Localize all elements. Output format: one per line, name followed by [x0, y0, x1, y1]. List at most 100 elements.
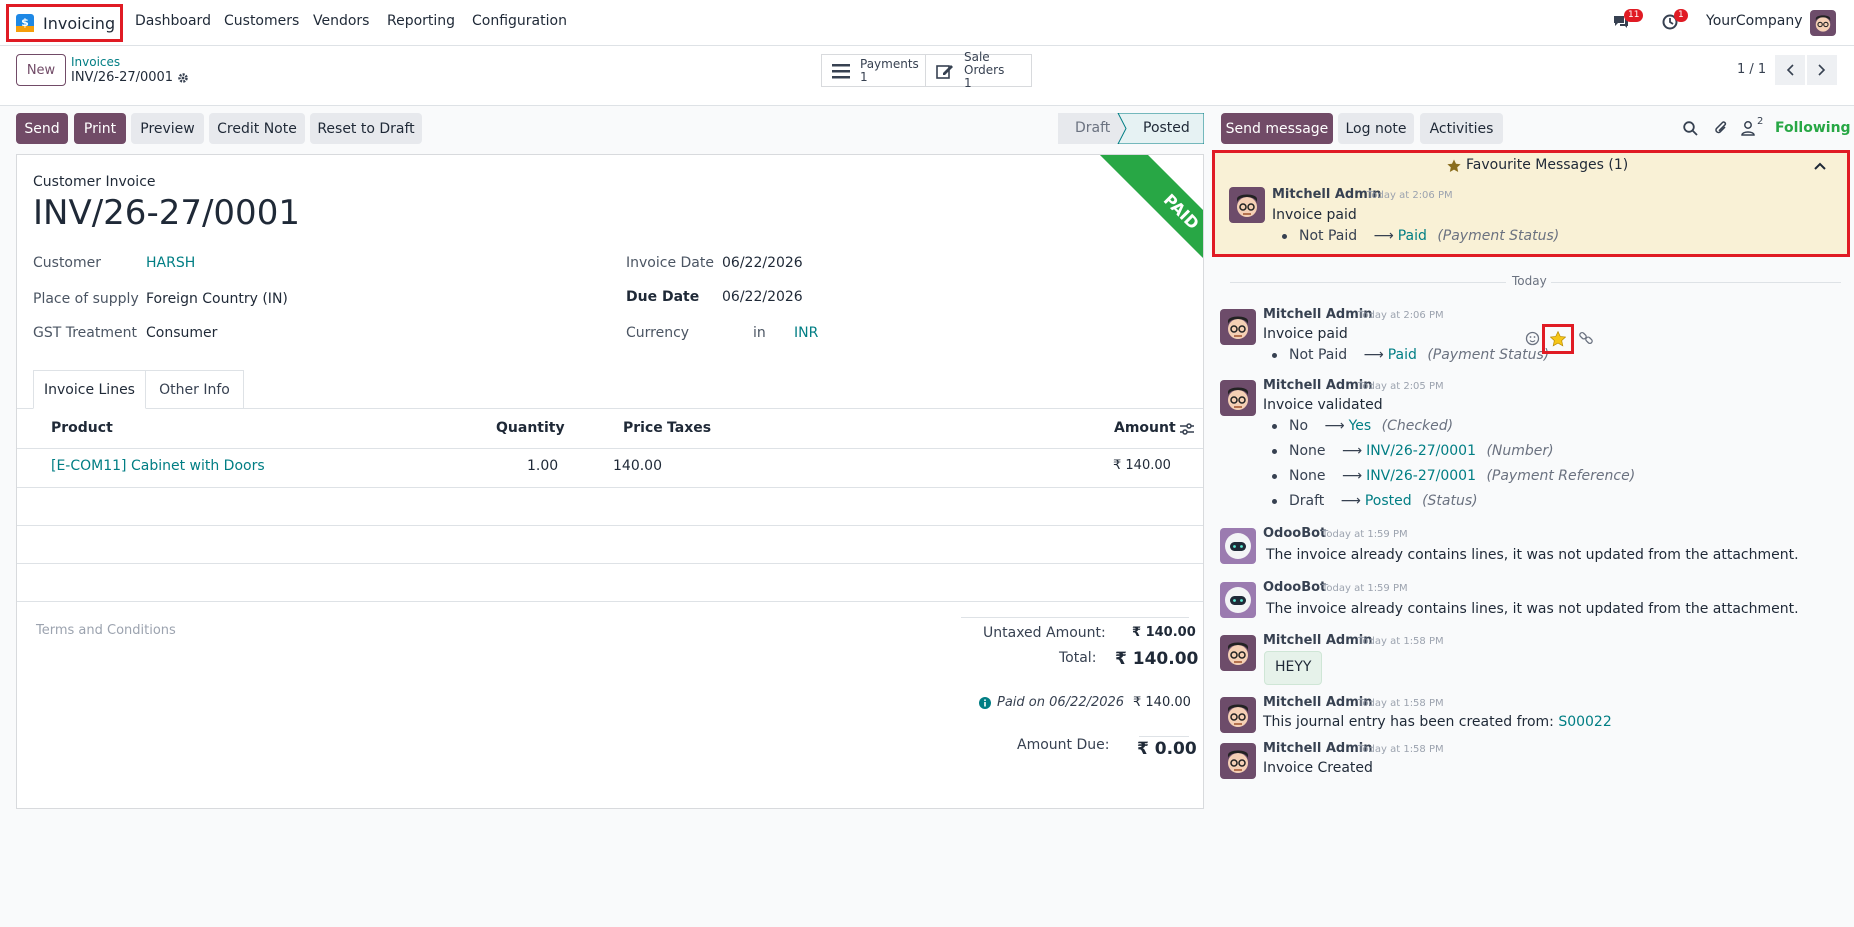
old-value: Draft: [1289, 493, 1325, 509]
optional-columns-icon[interactable]: [1180, 422, 1194, 436]
activities-button[interactable]: 1: [1662, 9, 1688, 30]
top-navbar: $ Invoicing Dashboard Customers Vendors …: [0, 0, 1854, 46]
avatar[interactable]: [1220, 309, 1256, 345]
chevron-up-icon[interactable]: [1813, 161, 1827, 171]
message-author[interactable]: Mitchell Admin: [1263, 633, 1372, 648]
following-button[interactable]: Following: [1775, 120, 1851, 136]
due-date-field[interactable]: 06/22/2026: [722, 289, 803, 305]
separator-line: [1230, 282, 1506, 283]
avatar[interactable]: [1220, 743, 1256, 779]
untaxed-amount-label: Untaxed Amount:: [983, 625, 1106, 641]
gear-icon[interactable]: [177, 72, 189, 84]
line-price[interactable]: 140.00: [613, 458, 662, 474]
mark-as-favourite-button[interactable]: [1542, 324, 1574, 354]
activities-button-chatter[interactable]: Activities: [1420, 113, 1503, 144]
send-button[interactable]: Send: [16, 113, 68, 144]
message-author[interactable]: Mitchell Admin: [1263, 378, 1372, 393]
reset-to-draft-button[interactable]: Reset to Draft: [310, 113, 422, 144]
line-quantity[interactable]: 1.00: [527, 458, 558, 474]
menu-customers[interactable]: Customers: [224, 13, 299, 29]
message-time: Today at 2:05 PM: [1358, 381, 1444, 392]
column-product[interactable]: Product: [51, 420, 113, 436]
user-avatar[interactable]: [1810, 10, 1836, 36]
arrow-right-icon: ⟶: [1341, 468, 1363, 484]
avatar[interactable]: [1220, 697, 1256, 733]
menu-vendors[interactable]: Vendors: [313, 13, 369, 29]
message-author[interactable]: Mitchell Admin: [1272, 187, 1381, 202]
message-time: Today at 1:59 PM: [1322, 529, 1408, 540]
tab-invoice-lines[interactable]: Invoice Lines: [33, 370, 146, 409]
log-note-button[interactable]: Log note: [1338, 113, 1414, 144]
message-author[interactable]: Mitchell Admin: [1263, 695, 1372, 710]
messages-button[interactable]: 11: [1612, 9, 1644, 30]
paperclip-icon[interactable]: [1714, 120, 1729, 136]
old-value: None: [1289, 443, 1326, 459]
paid-ribbon: PAID: [1053, 155, 1203, 305]
credit-note-button[interactable]: Credit Note: [209, 113, 305, 144]
pager-previous-button[interactable]: [1775, 55, 1805, 85]
odoobot-avatar[interactable]: [1220, 582, 1256, 618]
invoice-date-field[interactable]: 06/22/2026: [722, 255, 803, 271]
info-icon[interactable]: [979, 697, 991, 709]
table-row[interactable]: [E-COM11] Cabinet with Doors 1.00 140.00…: [17, 449, 1203, 486]
old-value: No: [1289, 418, 1309, 434]
tab-other-info[interactable]: Other Info: [146, 370, 244, 409]
link-icon[interactable]: [1578, 330, 1594, 346]
status-draft[interactable]: Draft: [1075, 120, 1110, 136]
odoobot-avatar[interactable]: [1220, 528, 1256, 564]
currency-in-text: in: [753, 325, 766, 341]
menu-configuration[interactable]: Configuration: [472, 13, 567, 29]
avatar[interactable]: [1220, 635, 1256, 671]
avatar[interactable]: [1220, 380, 1256, 416]
bullet: [1272, 423, 1277, 429]
invoice-form-sheet: PAID Customer Invoice INV/26-27/0001 Cus…: [16, 154, 1204, 809]
message-author[interactable]: OdooBot: [1263, 580, 1326, 595]
column-amount[interactable]: Amount: [1114, 420, 1176, 436]
tracking-change: Not Paid ⟶ Paid (Payment Status): [1282, 228, 1559, 244]
line-product[interactable]: [E-COM11] Cabinet with Doors: [51, 458, 265, 474]
favourites-title[interactable]: Favourite Messages (1): [1466, 157, 1628, 173]
source-document-link[interactable]: S00022: [1558, 714, 1611, 730]
search-icon[interactable]: [1683, 121, 1698, 136]
company-switcher[interactable]: YourCompany: [1706, 13, 1803, 29]
payments-smart-button[interactable]: Payments 1: [821, 54, 926, 87]
payments-count: 1: [860, 69, 868, 84]
customer-field[interactable]: HARSH: [146, 255, 195, 271]
currency-field[interactable]: INR: [794, 325, 818, 341]
place-of-supply-field[interactable]: Foreign Country (IN): [146, 291, 288, 307]
message-item: Mitchell Admin Today at 1:58 PM Invoice …: [1220, 741, 1850, 785]
preview-button[interactable]: Preview: [131, 113, 204, 144]
column-price[interactable]: Price: [623, 420, 663, 436]
pager-value[interactable]: 1 / 1: [1737, 62, 1766, 77]
gst-treatment-field[interactable]: Consumer: [146, 325, 217, 341]
terms-input[interactable]: Terms and Conditions: [36, 623, 176, 638]
pager-next-button[interactable]: [1807, 55, 1837, 85]
menu-reporting[interactable]: Reporting: [387, 13, 455, 29]
message-body: Invoice validated: [1263, 397, 1383, 413]
message-author[interactable]: OdooBot: [1263, 526, 1326, 541]
message-author[interactable]: Mitchell Admin: [1263, 741, 1372, 756]
svg-text:$: $: [21, 16, 29, 29]
message-author[interactable]: Mitchell Admin: [1263, 307, 1372, 322]
column-quantity[interactable]: Quantity: [496, 420, 565, 436]
sale-orders-smart-button[interactable]: Sale Orders 1: [925, 51, 1032, 90]
list-icon: [832, 63, 850, 79]
new-button[interactable]: New: [16, 54, 66, 86]
field-name: (Payment Status): [1427, 347, 1550, 363]
send-message-button[interactable]: Send message: [1221, 113, 1333, 144]
app-menu-button[interactable]: $ Invoicing: [6, 4, 123, 42]
place-of-supply-label: Place of supply: [33, 291, 139, 307]
column-taxes[interactable]: Taxes: [667, 420, 711, 436]
line-amount: ₹ 140.00: [1113, 458, 1171, 473]
amount-due-divider: [1139, 736, 1189, 737]
print-button[interactable]: Print: [74, 113, 126, 144]
avatar[interactable]: [1229, 187, 1265, 223]
breadcrumb-current: INV/26-27/0001: [71, 70, 174, 85]
followers-icon[interactable]: [1741, 120, 1755, 136]
add-reaction-icon[interactable]: [1525, 330, 1541, 346]
date-separator: Today: [1512, 274, 1547, 288]
menu-dashboard[interactable]: Dashboard: [135, 13, 211, 29]
breadcrumb-invoices[interactable]: Invoices: [71, 55, 120, 69]
total-value: ₹ 140.00: [1115, 649, 1199, 669]
tracking-change: No ⟶ Yes (Checked): [1272, 418, 1453, 434]
